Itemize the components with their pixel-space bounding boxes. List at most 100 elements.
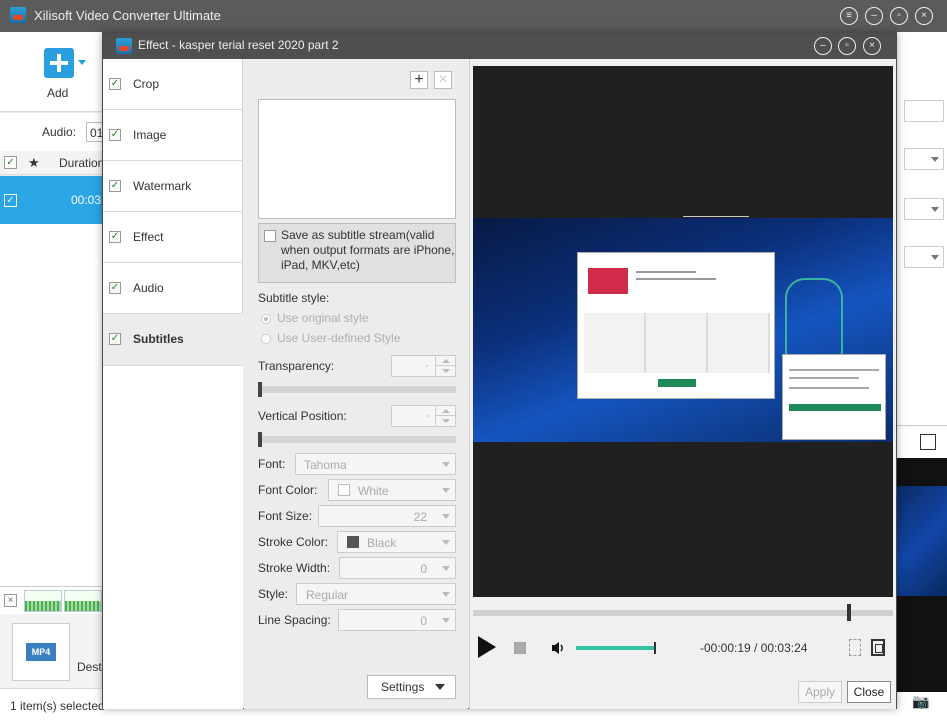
style-label: Style: xyxy=(258,587,289,601)
subtitle-list[interactable] xyxy=(258,99,456,219)
sidebar-item-subtitles[interactable]: ✓ Subtitles xyxy=(103,314,243,365)
dialog-titlebar: Effect - kasper terial reset 2020 part 2… xyxy=(103,33,896,59)
vertical-position-slider[interactable] xyxy=(258,432,456,447)
volume-fill xyxy=(576,646,656,650)
file-list-body xyxy=(0,224,103,586)
stop-icon[interactable] xyxy=(514,642,526,654)
line-spacing-dropdown[interactable]: 0 xyxy=(338,609,456,631)
sidebar-item-effect[interactable]: ✓ Effect xyxy=(103,212,243,263)
menu-icon[interactable]: ≡ xyxy=(840,7,858,25)
stepper-down-icon[interactable] xyxy=(435,366,455,376)
volume-handle[interactable] xyxy=(654,642,656,654)
play-icon[interactable] xyxy=(478,636,496,658)
star-icon: ★ xyxy=(28,155,40,170)
select-all-checkbox[interactable]: ✓ xyxy=(4,156,17,169)
line-spacing-value: 0 xyxy=(420,614,427,628)
minimize-icon[interactable]: – xyxy=(814,37,832,55)
video-window-main xyxy=(577,252,775,399)
main-window-title: Xilisoft Video Converter Ultimate xyxy=(34,8,221,23)
save-subtitle-stream-option[interactable]: Save as subtitle stream(valid when outpu… xyxy=(258,223,456,283)
slider-thumb[interactable] xyxy=(258,382,262,397)
use-original-style-radio[interactable] xyxy=(261,314,271,324)
destination-label: Dest xyxy=(77,660,102,674)
property-dropdown[interactable] xyxy=(904,198,944,220)
restore-icon[interactable]: ▫ xyxy=(838,37,856,55)
add-subtitle-button[interactable]: + xyxy=(410,71,428,89)
sidebar-item-audio[interactable]: ✓ Audio xyxy=(103,263,243,314)
restore-icon[interactable]: ▫ xyxy=(890,7,908,25)
sidebar-item-crop[interactable]: ✓ Crop xyxy=(103,59,243,110)
stepper-down-icon[interactable] xyxy=(435,416,455,426)
volume-icon[interactable] xyxy=(550,640,566,656)
vertical-position-stepper[interactable]: - xyxy=(391,405,456,427)
expand-icon[interactable] xyxy=(920,434,936,450)
vertical-position-label: Vertical Position: xyxy=(258,409,347,423)
stroke-width-dropdown[interactable]: 0 xyxy=(339,557,456,579)
watermark-checkbox[interactable]: ✓ xyxy=(109,180,121,192)
style-dropdown[interactable]: Regular xyxy=(296,583,456,605)
font-color-dropdown[interactable]: White xyxy=(328,479,456,501)
add-button[interactable]: Add xyxy=(40,48,90,108)
close-button[interactable]: Close xyxy=(847,681,891,703)
row-checkbox[interactable]: ✓ xyxy=(4,194,17,207)
remove-subtitle-button[interactable]: × xyxy=(434,71,452,89)
row-duration: 00:03: xyxy=(71,193,105,207)
property-dropdown[interactable] xyxy=(904,246,944,268)
feature-grid xyxy=(584,313,770,373)
alert-icon xyxy=(588,268,628,294)
transparency-slider[interactable] xyxy=(258,382,456,397)
subtitles-checkbox[interactable]: ✓ xyxy=(109,333,121,345)
crop-checkbox[interactable]: ✓ xyxy=(109,78,121,90)
close-icon[interactable]: × xyxy=(863,37,881,55)
cpu-strip: × xyxy=(0,586,103,614)
stepper-up-icon[interactable] xyxy=(435,356,455,366)
close-icon[interactable]: × xyxy=(4,594,17,607)
sidebar-item-watermark[interactable]: ✓ Watermark xyxy=(103,161,243,212)
app-icon xyxy=(116,38,132,54)
duration-header[interactable]: Duration xyxy=(59,156,104,170)
audio-checkbox[interactable]: ✓ xyxy=(109,282,121,294)
image-checkbox[interactable]: ✓ xyxy=(109,129,121,141)
transparency-stepper[interactable]: - xyxy=(391,355,456,377)
filmstrip-icon[interactable] xyxy=(871,639,885,656)
graduation-logo xyxy=(785,278,843,358)
status-text: 1 item(s) selected xyxy=(10,699,105,713)
slider-thumb[interactable] xyxy=(258,432,262,447)
apply-button[interactable]: Apply xyxy=(798,681,842,703)
effect-dialog: Effect - kasper terial reset 2020 part 2… xyxy=(102,32,897,709)
stroke-width-label: Stroke Width: xyxy=(258,561,331,575)
settings-button[interactable]: Settings xyxy=(367,675,456,699)
more-button-graphic xyxy=(658,379,696,387)
font-color-label: Font Color: xyxy=(258,483,318,497)
text-line xyxy=(636,271,696,273)
audio-row: Audio: 01 xyxy=(0,113,104,151)
chevron-down-icon[interactable] xyxy=(78,60,86,65)
subtitle-style-label: Subtitle style: xyxy=(258,291,330,305)
stepper-value: - xyxy=(425,360,429,372)
transparency-label: Transparency: xyxy=(258,359,335,373)
split-icon[interactable] xyxy=(849,639,861,656)
close-icon[interactable]: × xyxy=(915,7,933,25)
stepper-up-icon[interactable] xyxy=(435,406,455,416)
minimize-icon[interactable]: – xyxy=(865,7,883,25)
main-titlebar: Xilisoft Video Converter Ultimate ≡ – ▫ … xyxy=(0,0,947,32)
stroke-color-dropdown[interactable]: Black xyxy=(337,531,456,553)
effect-checkbox[interactable]: ✓ xyxy=(109,231,121,243)
video-frame xyxy=(473,218,893,442)
sidebar-item-image[interactable]: ✓ Image xyxy=(103,110,243,161)
action-bar-graphic xyxy=(789,404,881,411)
seek-handle[interactable] xyxy=(847,604,852,621)
font-size-dropdown[interactable]: 22 xyxy=(318,505,456,527)
font-dropdown[interactable]: Tahoma xyxy=(295,453,456,475)
use-user-defined-style-radio[interactable] xyxy=(261,334,271,344)
add-label: Add xyxy=(47,86,69,100)
volume-slider[interactable] xyxy=(576,642,656,654)
name-field[interactable] xyxy=(904,100,944,122)
mp4-format-icon[interactable] xyxy=(12,623,70,681)
save-subtitle-stream-checkbox[interactable] xyxy=(264,230,276,242)
stroke-width-value: 0 xyxy=(420,562,427,576)
camera-icon[interactable]: 📷 xyxy=(912,693,929,710)
property-dropdown[interactable] xyxy=(904,148,944,170)
seek-bar[interactable] xyxy=(473,604,893,621)
file-list-row[interactable]: ✓ 00:03: xyxy=(0,176,105,224)
